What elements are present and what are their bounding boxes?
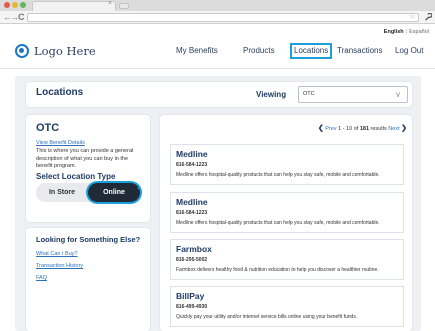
browser-tab[interactable]: × [32, 0, 116, 11]
benefit-title: OTC [36, 122, 60, 134]
wrench-icon[interactable] [424, 11, 433, 25]
maximize-window-button[interactable] [20, 2, 26, 8]
language-separator: | [405, 29, 408, 35]
online-button[interactable]: Online [88, 183, 140, 202]
close-window-button[interactable] [4, 2, 10, 8]
new-tab-button[interactable] [119, 3, 129, 9]
viewing-select-value: OTC [303, 91, 315, 97]
chevron-left-icon[interactable]: ❮ [318, 125, 324, 132]
location-card[interactable]: Medline 816-584-1223 Medline offers hosp… [170, 192, 404, 233]
benefit-description: This is where you can provide a general … [36, 148, 134, 169]
help-panel: Looking for Something Else? What Can I B… [26, 228, 150, 331]
viewing-label: Viewing [256, 90, 287, 99]
help-panel-title: Looking for Something Else? [36, 235, 141, 244]
page-title: Locations [36, 87, 84, 98]
location-phone: 816-499-4930 [176, 304, 208, 310]
viewing-select[interactable]: OTC ∨ [298, 86, 408, 103]
results-panel: ❮ Prev 1 - 10 of 181 results Next ❯ Medl… [160, 115, 412, 331]
location-name[interactable]: BillPay [176, 291, 204, 301]
location-type-toggle: In Store Online [36, 183, 140, 202]
location-card[interactable]: Medline 816-584-1223 Medline offers hosp… [170, 144, 404, 185]
reload-icon[interactable]: C [18, 11, 25, 24]
what-can-i-buy-link[interactable]: What Can I Buy? [36, 251, 78, 257]
language-spanish-link[interactable]: Español [409, 29, 429, 35]
prev-link[interactable]: Prev [325, 126, 336, 132]
tab-close-icon[interactable]: × [108, 0, 112, 7]
results-total: 181 [359, 126, 370, 132]
location-card[interactable]: Farmbox 816-295-5002 Farmbox delivers he… [170, 239, 404, 280]
location-description: Medline offers hospital-quality products… [176, 172, 380, 178]
next-link[interactable]: Next [388, 126, 399, 132]
location-name[interactable]: Medline [176, 197, 208, 207]
header-divider [0, 68, 435, 69]
view-benefit-details-link[interactable]: View Benefit Details [36, 140, 85, 146]
chevron-down-icon: ∨ [395, 90, 401, 99]
address-bar[interactable]: ☆ [27, 12, 419, 22]
faq-link[interactable]: FAQ [36, 275, 47, 281]
location-card[interactable]: BillPay 816-499-4930 Quickly pay your ut… [170, 286, 404, 327]
location-description: Farmbox delivers healthy food & nutritio… [176, 267, 379, 273]
minimize-window-button[interactable] [12, 2, 18, 8]
chevron-right-icon[interactable]: ❯ [401, 125, 407, 132]
browser-titlebar: × [0, 0, 435, 11]
location-phone: 816-584-1223 [176, 162, 208, 168]
location-type-title: Select Location Type [36, 172, 116, 181]
location-name[interactable]: Farmbox [176, 244, 212, 254]
nav-locations[interactable]: Locations [290, 43, 333, 59]
in-store-button[interactable]: In Store [36, 183, 88, 202]
nav-log-out[interactable]: Log Out [395, 43, 423, 59]
locations-header: Locations Viewing OTC ∨ [26, 82, 412, 107]
pagination: ❮ Prev 1 - 10 of 181 results Next ❯ [318, 124, 407, 132]
nav-products[interactable]: Products [243, 43, 275, 59]
bookmark-star-icon[interactable]: ☆ [409, 12, 416, 21]
nav-my-benefits[interactable]: My Benefits [176, 43, 218, 59]
language-english-link[interactable]: English [384, 29, 404, 35]
mouse-cursor-icon: ‹ [137, 183, 140, 192]
language-switcher: English | Español [384, 29, 429, 35]
transaction-history-link[interactable]: Transaction History [36, 263, 83, 269]
location-phone: 816-584-1223 [176, 210, 208, 216]
location-phone: 816-295-5002 [176, 257, 208, 263]
results-label: results [370, 126, 387, 132]
benefit-panel: OTC View Benefit Details This is where y… [26, 115, 150, 222]
location-description: Medline offers hospital-quality products… [176, 220, 380, 226]
results-range: 1 - 10 of [338, 126, 359, 132]
browser-toolbar: ← → C ☆ [0, 11, 435, 24]
nav-transactions[interactable]: Transactions [337, 43, 383, 59]
main-nav: My Benefits Products Locations Transacti… [0, 43, 435, 59]
location-description: Quickly pay your utility and/or internet… [176, 314, 358, 320]
location-name[interactable]: Medline [176, 149, 208, 159]
